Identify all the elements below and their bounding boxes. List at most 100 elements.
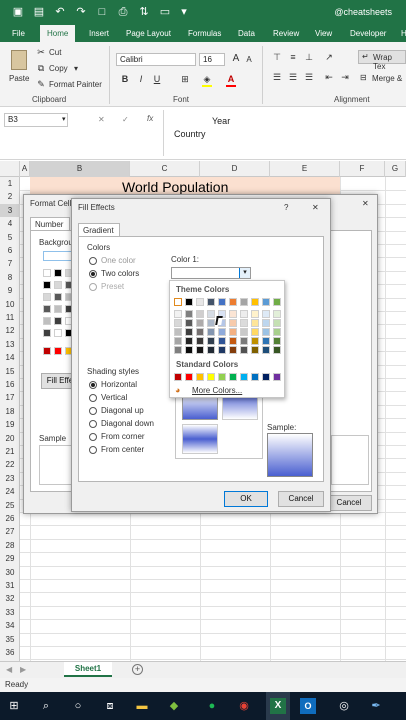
theme-shade-swatch[interactable] <box>207 310 215 318</box>
row-header-4[interactable]: 4 <box>0 217 20 230</box>
theme-shade-swatch[interactable] <box>229 328 237 336</box>
row-header-15[interactable]: 15 <box>0 365 20 378</box>
theme-shade-swatch[interactable] <box>251 310 259 318</box>
format-cells-close-icon[interactable]: ✕ <box>362 199 369 208</box>
tab-gradient[interactable]: Gradient <box>78 223 120 237</box>
row-header-26[interactable]: 26 <box>0 512 20 525</box>
background-swatch[interactable] <box>43 293 51 301</box>
theme-shade-swatch[interactable] <box>196 337 204 345</box>
theme-shade-swatch[interactable] <box>240 310 248 318</box>
theme-shade-swatch[interactable] <box>196 346 204 354</box>
background-swatch[interactable] <box>43 269 51 277</box>
theme-shade-swatch[interactable] <box>185 337 193 345</box>
row-header-22[interactable]: 22 <box>0 458 20 471</box>
background-swatch[interactable] <box>43 329 51 337</box>
standard-color-swatch[interactable] <box>218 373 226 381</box>
standard-color-swatch[interactable] <box>251 373 259 381</box>
more-colors-option[interactable]: ◕ More Colors... <box>174 385 282 396</box>
background-swatch[interactable] <box>54 347 62 355</box>
redo-icon[interactable]: ↷ <box>75 6 87 18</box>
app-icon[interactable]: ◆ <box>166 698 182 714</box>
search-icon[interactable]: ⌕ <box>38 698 54 714</box>
one-color-label[interactable]: One color <box>101 256 136 265</box>
theme-shade-swatch[interactable] <box>229 337 237 345</box>
theme-shade-swatch[interactable] <box>251 337 259 345</box>
theme-shade-swatch[interactable] <box>273 328 281 336</box>
background-swatch[interactable] <box>43 305 51 313</box>
file-explorer-icon[interactable]: ▬ <box>134 698 150 714</box>
shading-from-center-radio[interactable] <box>89 446 97 454</box>
merge-icon[interactable]: ⊟ <box>360 73 367 82</box>
copy-dropdown[interactable]: ▾ <box>74 64 78 73</box>
standard-color-swatch[interactable] <box>207 373 215 381</box>
increase-indent-icon[interactable]: ⇥ <box>338 70 352 84</box>
print-preview-icon[interactable]: ⎙ <box>117 6 129 18</box>
column-header-b[interactable]: B <box>30 161 130 177</box>
row-header-33[interactable]: 33 <box>0 606 20 619</box>
background-swatch[interactable] <box>54 281 62 289</box>
font-size-box[interactable]: 16 <box>199 53 225 66</box>
theme-shade-swatch[interactable] <box>251 319 259 327</box>
preset-label[interactable]: Preset <box>101 282 124 291</box>
row-header-11[interactable]: 11 <box>0 311 20 324</box>
select-all-corner[interactable] <box>0 161 20 177</box>
sheet-tab-sheet1[interactable]: Sheet1 <box>64 662 112 677</box>
scroll-left-icon[interactable]: ◀ <box>6 665 12 674</box>
row-header-12[interactable]: 12 <box>0 324 20 337</box>
font-color-icon[interactable]: A <box>224 72 238 86</box>
theme-color-swatch[interactable] <box>273 298 281 306</box>
increase-font-icon[interactable]: A <box>229 52 243 66</box>
background-swatch[interactable] <box>54 293 62 301</box>
theme-shade-swatch[interactable] <box>262 328 270 336</box>
row-header-36[interactable]: 36 <box>0 646 20 659</box>
theme-shade-swatch[interactable] <box>196 319 204 327</box>
theme-shade-swatch[interactable] <box>240 346 248 354</box>
theme-shade-swatch[interactable] <box>207 346 215 354</box>
theme-shade-swatch[interactable] <box>262 337 270 345</box>
theme-color-swatch[interactable] <box>251 298 259 306</box>
align-center-icon[interactable]: ☰ <box>286 70 300 84</box>
align-top-icon[interactable]: ⊤ <box>270 50 284 64</box>
theme-shade-swatch[interactable] <box>262 319 270 327</box>
customize-toolbar-icon[interactable]: ▾ <box>178 6 190 18</box>
theme-shade-swatch[interactable] <box>251 328 259 336</box>
decrease-indent-icon[interactable]: ⇤ <box>322 70 336 84</box>
cortana-icon[interactable]: ○ <box>70 698 86 714</box>
cancel-entry-icon[interactable]: ✕ <box>98 115 105 124</box>
underline-button[interactable]: U <box>150 72 164 86</box>
decrease-font-icon[interactable]: A <box>242 53 256 67</box>
enter-icon[interactable]: ✓ <box>122 115 129 124</box>
row-header-21[interactable]: 21 <box>0 445 20 458</box>
wrap-text-button[interactable]: Wrap Tex ↵ <box>358 50 406 71</box>
orientation-icon[interactable]: ↗ <box>322 50 336 64</box>
sort-icon[interactable]: ⇅ <box>138 6 150 18</box>
row-header-14[interactable]: 14 <box>0 351 20 364</box>
shading-from-corner-radio[interactable] <box>89 433 97 441</box>
variant-3[interactable] <box>182 424 218 454</box>
align-right-icon[interactable]: ☰ <box>302 70 316 84</box>
column-header-g[interactable]: G <box>385 161 406 177</box>
row-header-5[interactable]: 5 <box>0 231 20 244</box>
tab-help[interactable]: H <box>401 25 406 42</box>
copy-icon[interactable]: ⧉ <box>34 61 48 75</box>
background-swatch[interactable] <box>43 317 51 325</box>
paste-button[interactable]: Paste <box>6 46 32 86</box>
row-header-25[interactable]: 25 <box>0 499 20 512</box>
copy-label[interactable]: Copy <box>49 64 68 73</box>
background-swatch[interactable] <box>43 281 51 289</box>
one-color-radio[interactable] <box>89 257 97 265</box>
row-header-6[interactable]: 6 <box>0 244 20 257</box>
theme-shade-swatch[interactable] <box>185 319 193 327</box>
align-left-icon[interactable]: ☰ <box>270 70 284 84</box>
theme-shade-swatch[interactable] <box>273 319 281 327</box>
shading-horizontal-radio[interactable] <box>89 381 97 389</box>
theme-shade-swatch[interactable] <box>262 346 270 354</box>
theme-color-swatch[interactable] <box>218 298 226 306</box>
ok-button[interactable]: OK <box>224 491 268 507</box>
merge-center-label[interactable]: Merge & <box>372 74 402 83</box>
row-header-31[interactable]: 31 <box>0 579 20 592</box>
theme-shade-swatch[interactable] <box>174 346 182 354</box>
row-header-30[interactable]: 30 <box>0 566 20 579</box>
help-icon[interactable]: ? <box>284 203 288 212</box>
formula-input[interactable]: Year Country <box>163 110 406 156</box>
